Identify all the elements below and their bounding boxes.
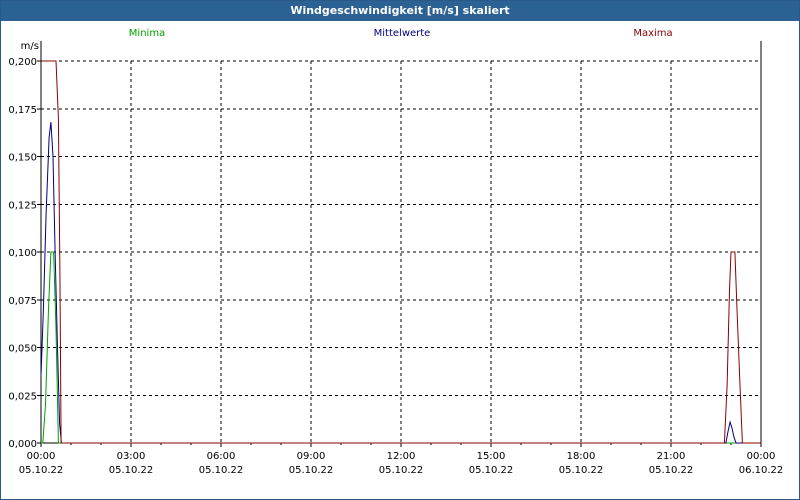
y-tick-label: 0,050 — [8, 344, 37, 355]
wind-speed-chart: 0,000 0,025 0,050 0,075 0,100 0,125 0,150 0,175… — [8, 28, 784, 476]
x-tick-label-time: 15:00 — [477, 451, 506, 462]
y-tick-label: 0,175 — [8, 105, 37, 116]
y-tick-label: 0,000 — [8, 439, 37, 450]
x-tick-label-time: 21:00 — [657, 451, 686, 462]
x-tick-label-date: 05.10.22 — [289, 465, 334, 476]
legend-minima: Minima — [129, 28, 165, 39]
x-tick-label-date: 05.10.22 — [199, 465, 244, 476]
x-tick-label-date: 06.10.22 — [739, 465, 784, 476]
x-tick-label-date: 05.10.22 — [559, 465, 604, 476]
x-tick-label-date: 05.10.22 — [649, 465, 694, 476]
x-tick-label-time: 18:00 — [567, 451, 596, 462]
chart-window: Windgeschwindigkeit [m/s] skaliert 0,000… — [0, 0, 800, 500]
x-tick-label-time: 03:00 — [117, 451, 146, 462]
legend-maxima: Maxima — [633, 28, 672, 39]
x-tick-label-time: 06:00 — [207, 451, 236, 462]
chart-area: 0,000 0,025 0,050 0,075 0,100 0,125 0,150 0,175… — [1, 21, 799, 499]
x-tick-label-date: 05.10.22 — [19, 465, 64, 476]
legend-mittelwerte: Mittelwerte — [374, 28, 431, 39]
y-tick-label: 0,150 — [8, 153, 37, 164]
x-tick-label-time: 09:00 — [297, 451, 326, 462]
x-tick-label-date: 05.10.22 — [469, 465, 514, 476]
y-tick-label: 0,025 — [8, 391, 37, 402]
x-tick-label-time: 00:00 — [747, 451, 776, 462]
x-tick-label-time: 12:00 — [387, 451, 416, 462]
y-tick-label: 0,075 — [8, 296, 37, 307]
y-tick-label: 0,125 — [8, 200, 37, 211]
x-tick-label-time: 00:00 — [27, 451, 56, 462]
window-title: Windgeschwindigkeit [m/s] skaliert — [1, 1, 799, 21]
x-tick-label-date: 05.10.22 — [109, 465, 154, 476]
x-tick-label-date: 05.10.22 — [379, 465, 424, 476]
y-axis-unit-label: m/s — [21, 41, 39, 52]
y-tick-label: 0,100 — [8, 248, 37, 259]
y-tick-label: 0,200 — [8, 57, 37, 68]
